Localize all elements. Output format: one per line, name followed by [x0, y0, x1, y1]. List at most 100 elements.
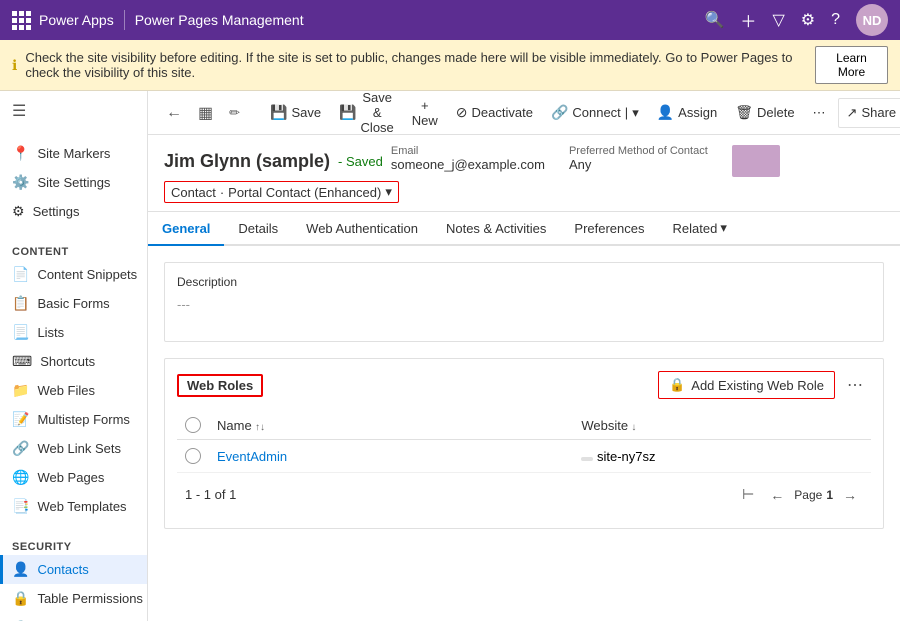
sidebar-item-label: Contacts [37, 562, 88, 577]
settings-icon[interactable]: ⚙ [801, 10, 815, 30]
sidebar-item-contacts[interactable]: 👤 Contacts [0, 555, 147, 584]
top-bar: Power Apps Power Pages Management 🔍 ＋ ▽ … [0, 0, 900, 40]
top-bar-icons: 🔍 ＋ ▽ ⚙ ? ND [705, 4, 889, 36]
sidebar-item-lists[interactable]: 📃 Lists [0, 318, 147, 347]
sidebar-item-web-files[interactable]: 📁 Web Files [0, 376, 147, 405]
select-all-checkbox[interactable] [185, 417, 201, 433]
share-icon: ↗ [847, 105, 858, 121]
name-sort-icon[interactable]: ↑↓ [255, 422, 265, 433]
tab-preferences[interactable]: Preferences [560, 213, 658, 246]
connect-icon: 🔗 [551, 104, 568, 121]
info-bar: ℹ Check the site visibility before editi… [0, 40, 900, 91]
tab-general[interactable]: General [148, 213, 224, 246]
sidebar-section-content: Content 📄 Content Snippets 📋 Basic Forms… [0, 234, 147, 529]
save-button[interactable]: 💾 Save [262, 98, 329, 127]
next-page-button[interactable]: → [837, 484, 863, 506]
sidebar-item-label: Site Settings [37, 175, 110, 190]
lists-icon: 📃 [12, 324, 29, 341]
sidebar-item-label: Settings [33, 204, 80, 219]
web-link-sets-icon: 🔗 [12, 440, 29, 457]
help-icon[interactable]: ? [831, 11, 840, 29]
share-button[interactable]: ↗ Share ▾ [838, 98, 900, 128]
tab-details[interactable]: Details [224, 213, 292, 246]
sidebar-item-table-permissions[interactable]: 🔒 Table Permissions [0, 584, 147, 613]
main-layout: ☰ 📍 Site Markers ⚙️ Site Settings ⚙ Sett… [0, 91, 900, 621]
new-button[interactable]: + New [404, 92, 446, 134]
table-permissions-icon: 🔒 [12, 590, 29, 607]
sidebar-item-label: Web Files [37, 383, 95, 398]
form-avatar [732, 145, 780, 177]
sidebar-item-site-settings[interactable]: ⚙️ Site Settings [0, 168, 147, 197]
sidebar-item-basic-forms[interactable]: 📋 Basic Forms [0, 289, 147, 318]
filter-icon[interactable]: ▽ [772, 10, 784, 30]
web-pages-icon: 🌐 [12, 469, 29, 486]
description-value: --- [177, 297, 871, 312]
email-value: someone_j@example.com [391, 157, 545, 172]
connect-dropdown-icon[interactable]: ▾ [632, 105, 639, 121]
form-header: Jim Glynn (sample) - Saved Email someone… [148, 135, 900, 212]
save-close-button[interactable]: 💾 Save & Close [331, 91, 402, 141]
sidebar-item-label: Site Markers [37, 146, 110, 161]
sidebar-item-label: Lists [37, 325, 64, 340]
tab-notes-activities[interactable]: Notes & Activities [432, 213, 560, 246]
subtitle-dropdown-icon: ▾ [385, 184, 392, 200]
form-subtitle[interactable]: Contact · Portal Contact (Enhanced) ▾ [164, 181, 399, 203]
avatar[interactable]: ND [856, 4, 888, 36]
sidebar-item-web-link-sets[interactable]: 🔗 Web Link Sets [0, 434, 147, 463]
hamburger-menu[interactable]: ☰ [0, 91, 147, 131]
pagination: 1 - 1 of 1 ⊢ ← Page 1 → [177, 473, 871, 516]
web-roles-more-button[interactable]: ⋯ [839, 371, 871, 399]
tab-web-authentication[interactable]: Web Authentication [292, 213, 432, 246]
app-logo: Power Apps [12, 11, 114, 30]
row-checkbox[interactable] [185, 448, 201, 464]
delete-icon: 🗑 [735, 104, 753, 121]
first-page-button[interactable]: ⊢ [736, 483, 760, 506]
grid-icon [12, 11, 31, 30]
sidebar: ☰ 📍 Site Markers ⚙️ Site Settings ⚙ Sett… [0, 91, 148, 621]
contacts-icon: 👤 [12, 561, 29, 578]
subtitle-form: Portal Contact (Enhanced) [228, 185, 381, 200]
back-button[interactable]: ← [160, 100, 188, 126]
sidebar-item-web-pages[interactable]: 🌐 Web Pages [0, 463, 147, 492]
view-button[interactable]: ▦ [192, 99, 219, 127]
assign-button[interactable]: 👤 Assign [649, 98, 725, 127]
sidebar-item-multistep-forms[interactable]: 📝 Multistep Forms [0, 405, 147, 434]
learn-more-button[interactable]: Learn More [815, 46, 888, 84]
pipe-sep: | [625, 105, 628, 120]
app-name: Power Apps [39, 12, 114, 28]
basic-forms-icon: 📋 [12, 295, 29, 312]
save-icon: 💾 [270, 104, 287, 121]
add-existing-web-role-button[interactable]: 🔒 Add Existing Web Role [658, 371, 835, 399]
deactivate-icon: ⊘ [456, 104, 468, 121]
add-icon[interactable]: ＋ [740, 8, 756, 32]
sidebar-item-column-permissions[interactable]: 🔒 Column Permiss... [0, 613, 147, 621]
sidebar-item-label: Web Pages [37, 470, 104, 485]
deactivate-button[interactable]: ⊘ Deactivate [448, 98, 541, 127]
content-section-label: Content [0, 242, 147, 260]
sidebar-item-site-markers[interactable]: 📍 Site Markers [0, 139, 147, 168]
sidebar-item-settings[interactable]: ⚙ Settings [0, 197, 147, 226]
add-role-icon: 🔒 [669, 377, 685, 393]
tabs: General Details Web Authentication Notes… [148, 212, 900, 246]
tab-related[interactable]: Related ▾ [659, 212, 741, 246]
shortcuts-icon: ⌨ [12, 353, 32, 370]
search-icon[interactable]: 🔍 [705, 10, 725, 30]
more-button[interactable]: ⋯ [805, 99, 834, 127]
sidebar-section-top: 📍 Site Markers ⚙️ Site Settings ⚙ Settin… [0, 131, 147, 234]
prev-page-button[interactable]: ← [764, 484, 790, 506]
event-admin-link[interactable]: EventAdmin [217, 449, 287, 464]
info-message: Check the site visibility before editing… [25, 50, 807, 80]
sidebar-item-web-templates[interactable]: 📑 Web Templates [0, 492, 147, 521]
sidebar-item-label: Basic Forms [37, 296, 109, 311]
page-number: 1 [826, 488, 833, 502]
settings-icon: ⚙ [12, 203, 25, 220]
edit-button[interactable]: ✏ [223, 101, 246, 125]
sidebar-item-content-snippets[interactable]: 📄 Content Snippets [0, 260, 147, 289]
web-templates-icon: 📑 [12, 498, 29, 515]
delete-button[interactable]: 🗑 Delete [727, 98, 802, 127]
connect-button[interactable]: 🔗 Connect | ▾ [543, 98, 647, 127]
sidebar-item-shortcuts[interactable]: ⌨ Shortcuts [0, 347, 147, 376]
page-title: Power Pages Management [135, 12, 304, 28]
website-sort-icon[interactable]: ↓ [631, 422, 636, 433]
web-roles-table: Name ↑↓ Website ↓ [177, 411, 871, 473]
